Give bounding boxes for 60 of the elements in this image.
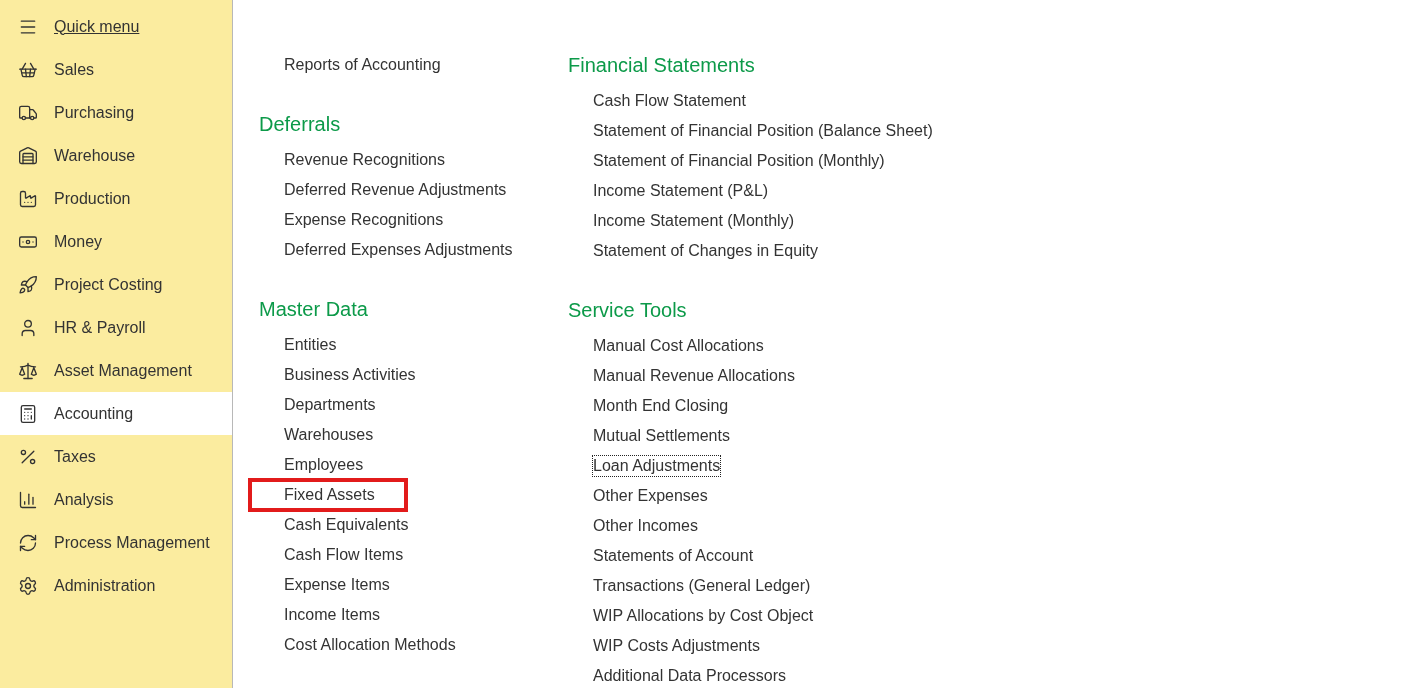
menu-link[interactable]: Other Expenses xyxy=(593,486,708,506)
settings-icon xyxy=(18,575,38,596)
menu-link[interactable]: Cash Equivalents xyxy=(284,515,409,535)
menu-link[interactable]: Cost Allocation Methods xyxy=(284,635,456,655)
menu-link[interactable]: WIP Allocations by Cost Object xyxy=(593,606,814,626)
menu-link[interactable]: Statement of Financial Position (Monthly) xyxy=(593,151,885,171)
sidebar-item[interactable]: Sales xyxy=(0,48,232,91)
sidebar-item[interactable]: Asset Management xyxy=(0,349,232,392)
sidebar-item[interactable]: Money xyxy=(0,220,232,263)
menu-link[interactable]: Statement of Financial Position (Balance Sheet) xyxy=(593,121,933,141)
sidebar-item[interactable]: Taxes xyxy=(0,435,232,478)
sidebar-item[interactable]: Project Costing xyxy=(0,263,232,306)
sidebar-item[interactable]: HR & Payroll xyxy=(0,306,232,349)
sidebar-item[interactable]: Quick menu xyxy=(0,5,232,48)
menu-link[interactable]: Departments xyxy=(284,395,376,415)
menu-link[interactable]: Income Items xyxy=(284,605,381,625)
section-heading: Service Tools xyxy=(568,298,688,323)
menu-link[interactable]: Other Incomes xyxy=(593,516,698,536)
menu-link[interactable]: Expense Items xyxy=(284,575,390,595)
section-heading: Master Data xyxy=(259,297,369,322)
section-heading: Financial Statements xyxy=(568,53,756,78)
refresh-icon xyxy=(18,532,38,553)
menu-link[interactable]: Cash Flow Statement xyxy=(593,91,746,111)
sidebar-item[interactable]: Purchasing xyxy=(0,91,232,134)
calculator-icon xyxy=(18,403,38,424)
menu-link[interactable]: Income Statement (Monthly) xyxy=(593,211,794,231)
menu-link[interactable]: Statements of Account xyxy=(593,546,754,566)
sidebar-item[interactable]: Accounting xyxy=(0,392,232,435)
menu-link[interactable]: Additional Data Processors xyxy=(593,666,786,686)
menu-link[interactable]: Fixed Assets xyxy=(284,485,375,505)
menu-link[interactable]: Month End Closing xyxy=(593,396,729,416)
section-heading: Deferrals xyxy=(259,112,342,137)
menu-link[interactable]: Manual Cost Allocations xyxy=(593,336,764,356)
menu-link[interactable]: Expense Recognitions xyxy=(284,210,444,230)
menu-link[interactable]: Warehouses xyxy=(284,425,374,445)
menu-link[interactable]: Employees xyxy=(284,455,364,475)
menu-link[interactable]: WIP Costs Adjustments xyxy=(593,636,760,656)
menu-link[interactable]: Cash Flow Items xyxy=(284,545,404,565)
factory-icon xyxy=(18,188,38,209)
sidebar-item[interactable]: Analysis xyxy=(0,478,232,521)
menu-link[interactable]: Loan Adjustments xyxy=(593,456,721,476)
menu-link[interactable]: Entities xyxy=(284,335,337,355)
menu-link[interactable]: Deferred Expenses Adjustments xyxy=(284,240,513,260)
menu-link[interactable]: Manual Revenue Allocations xyxy=(593,366,795,386)
menu-link[interactable]: Statement of Changes in Equity xyxy=(593,241,819,261)
menu-link[interactable]: Deferred Revenue Adjustments xyxy=(284,180,507,200)
menu-link[interactable]: Transactions (General Ledger) xyxy=(593,576,811,596)
bar-chart-icon xyxy=(18,489,38,510)
menu-link[interactable]: Mutual Settlements xyxy=(593,426,730,446)
menu-link[interactable]: Business Activities xyxy=(284,365,416,385)
scale-icon xyxy=(18,360,38,381)
sidebar-item[interactable]: Warehouse xyxy=(0,134,232,177)
warehouse-icon xyxy=(18,145,38,166)
sidebar-item[interactable]: Process Management xyxy=(0,521,232,564)
sidebar-item[interactable]: Production xyxy=(0,177,232,220)
menu-link[interactable]: Revenue Recognitions xyxy=(284,150,445,170)
menu-link[interactable]: Reports of Accounting xyxy=(284,55,441,75)
rocket-icon xyxy=(18,274,38,295)
sidebar-item[interactable]: Administration xyxy=(0,564,232,607)
menu-link[interactable]: Income Statement (P&L) xyxy=(593,181,769,201)
